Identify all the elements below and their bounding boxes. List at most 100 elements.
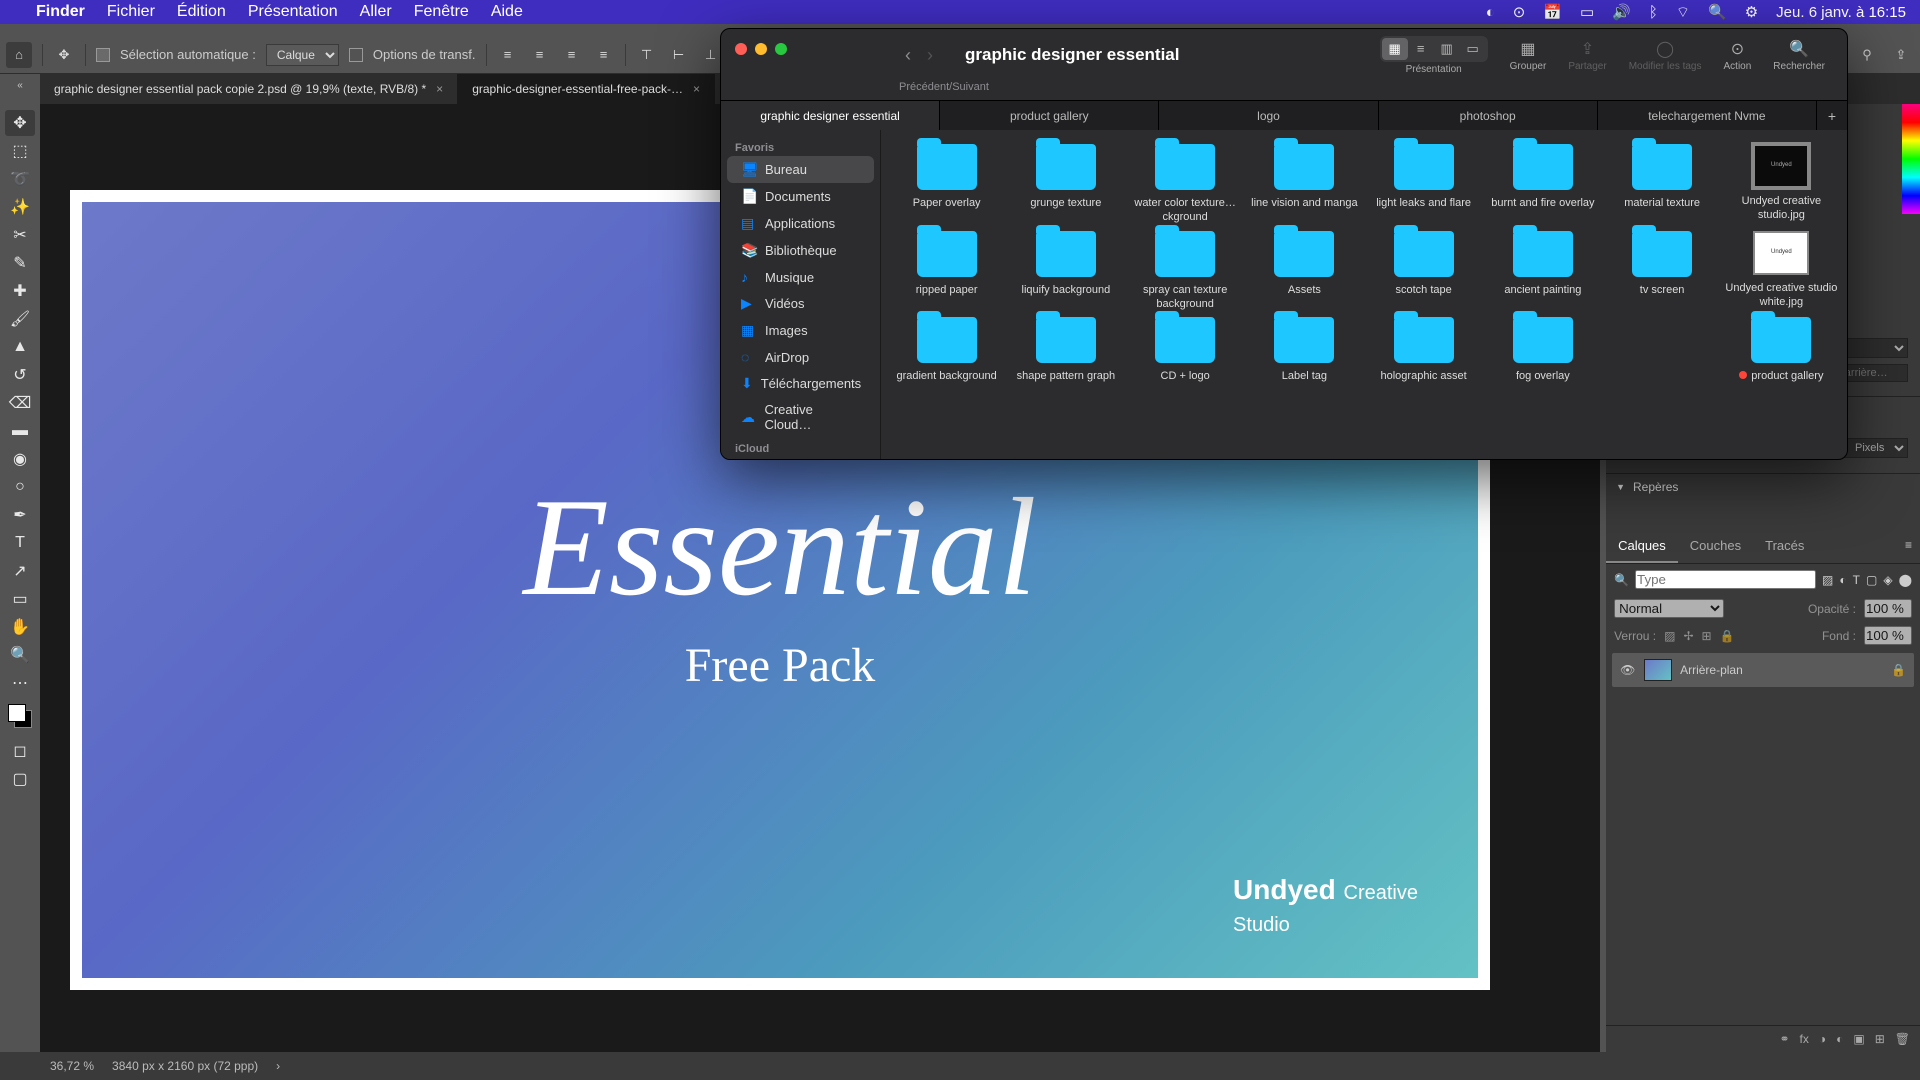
gallery-view-icon[interactable]: ▭ (1460, 38, 1486, 60)
eraser-tool-icon[interactable]: ⌫ (5, 390, 35, 416)
new-layer-icon[interactable]: ⊞ (1875, 1032, 1885, 1046)
screenmode-icon[interactable]: ▢ (5, 766, 35, 792)
color-picker-strip[interactable] (1902, 104, 1920, 214)
zoom-tool-icon[interactable]: 🔍 (5, 642, 35, 668)
eyedropper-tool-icon[interactable]: ✎ (5, 250, 35, 276)
mask-icon[interactable]: ◑ (1819, 1032, 1826, 1046)
transform-checkbox[interactable] (349, 48, 363, 62)
sidebar-item[interactable]: ▶Vidéos (727, 290, 874, 317)
file-item[interactable]: CD + logo (1128, 317, 1243, 383)
filter-shape-icon[interactable]: ▢ (1866, 573, 1877, 587)
search-icon[interactable]: ⚲ (1854, 42, 1880, 68)
color-swatch[interactable] (8, 704, 32, 728)
menu-window[interactable]: Fenêtre (414, 3, 469, 21)
menu-view[interactable]: Présentation (248, 3, 338, 21)
filter-image-icon[interactable]: ▨ (1822, 573, 1833, 587)
status-icon[interactable]: ⊙ (1513, 3, 1526, 21)
edit-toolbar-icon[interactable]: ⋯ (5, 670, 35, 696)
share-button[interactable]: ⇪Partager (1560, 39, 1614, 72)
tab-layers[interactable]: Calques (1606, 530, 1678, 563)
lock-icon[interactable]: 🔒 (1891, 663, 1906, 677)
path-tool-icon[interactable]: ↗ (5, 558, 35, 584)
list-view-icon[interactable]: ≡ (1408, 38, 1434, 60)
menubar-datetime[interactable]: Jeu. 6 janv. à 16:15 (1776, 4, 1906, 21)
spotlight-icon[interactable]: 🔍 (1708, 3, 1727, 21)
collapse-icon[interactable]: « (0, 74, 40, 91)
sidebar-item[interactable]: ▦Images (727, 317, 874, 344)
align-bottom-icon[interactable]: ⊥ (700, 44, 722, 66)
align-right-icon[interactable]: ≡ (561, 44, 583, 66)
pen-tool-icon[interactable]: ✒ (5, 502, 35, 528)
calendar-icon[interactable]: 📅 (1543, 3, 1562, 21)
file-item[interactable]: scotch tape (1366, 231, 1481, 312)
align-justify-icon[interactable]: ≡ (593, 44, 615, 66)
layer-filter-input[interactable] (1635, 570, 1816, 589)
volume-icon[interactable]: 🔊 (1612, 3, 1631, 21)
action-button[interactable]: ⊙Action (1716, 39, 1760, 72)
close-tab-icon[interactable]: × (436, 82, 443, 96)
align-center-icon[interactable]: ≡ (529, 44, 551, 66)
shape-tool-icon[interactable]: ▭ (5, 586, 35, 612)
link-layers-icon[interactable]: ⚭ (1779, 1032, 1789, 1046)
file-item[interactable]: tv screen (1605, 231, 1720, 312)
sidebar-item[interactable]: ⬇Téléchargements (727, 370, 874, 397)
move-tool-icon[interactable]: ✥ (53, 44, 75, 66)
forward-icon[interactable]: › (927, 45, 933, 66)
minimize-window-icon[interactable] (755, 43, 767, 55)
align-middle-icon[interactable]: ⊢ (668, 44, 690, 66)
status-icon[interactable]: ◐ (1486, 4, 1495, 21)
filter-adjust-icon[interactable]: ◐ (1839, 573, 1846, 587)
lock-position-icon[interactable]: ✢ (1683, 629, 1693, 643)
adjustment-icon[interactable]: ◐ (1836, 1032, 1843, 1046)
finder-tab[interactable]: graphic designer essential (721, 101, 940, 130)
sidebar-item[interactable]: 📚Bibliothèque (727, 237, 874, 264)
finder-tab[interactable]: telechargement Nvme (1598, 101, 1817, 130)
document-tab[interactable]: graphic designer essential pack copie 2.… (40, 74, 458, 104)
file-item[interactable]: material texture (1605, 144, 1720, 225)
marquee-tool-icon[interactable]: ⬚ (5, 138, 35, 164)
finder-tab[interactable]: logo (1159, 101, 1378, 130)
file-item[interactable]: shape pattern graph (1008, 317, 1123, 383)
history-brush-icon[interactable]: ↺ (5, 362, 35, 388)
sidebar-item[interactable]: 📄Documents (727, 183, 874, 210)
sidebar-item[interactable]: 🖥Bureau (727, 156, 874, 183)
healing-tool-icon[interactable]: ✚ (5, 278, 35, 304)
file-item[interactable]: Assets (1247, 231, 1362, 312)
menu-go[interactable]: Aller (360, 3, 392, 21)
file-item[interactable]: light leaks and flare (1366, 144, 1481, 225)
file-item[interactable]: grunge texture (1008, 144, 1123, 225)
units-dropdown[interactable]: Pixels (1844, 438, 1908, 458)
file-item[interactable]: burnt and fire overlay (1485, 144, 1600, 225)
back-icon[interactable]: ‹ (905, 45, 911, 66)
menu-help[interactable]: Aide (491, 3, 523, 21)
crop-tool-icon[interactable]: ✂ (5, 222, 35, 248)
guides-panel-header[interactable]: ▼Repères (1606, 473, 1920, 500)
file-item[interactable]: line vision and manga (1247, 144, 1362, 225)
type-tool-icon[interactable]: T (5, 530, 35, 556)
stamp-tool-icon[interactable]: ▲ (5, 334, 35, 360)
stage-manager-icon[interactable]: ▭ (1580, 3, 1594, 21)
group-button[interactable]: ▦Grouper (1502, 39, 1555, 72)
file-item[interactable]: ripped paper (889, 231, 1004, 312)
sidebar-item[interactable]: ☁Creative Cloud… (727, 397, 874, 437)
hand-tool-icon[interactable]: ✋ (5, 614, 35, 640)
dodge-tool-icon[interactable]: ○ (5, 474, 35, 500)
close-window-icon[interactable] (735, 43, 747, 55)
file-item[interactable]: fog overlay (1485, 317, 1600, 383)
close-tab-icon[interactable]: × (693, 82, 700, 96)
layer-row[interactable]: 👁 Arrière-plan 🔒 (1612, 653, 1914, 687)
export-icon[interactable]: ⇪ (1888, 42, 1914, 68)
panel-menu-icon[interactable]: ≡ (1897, 530, 1920, 563)
gradient-tool-icon[interactable]: ▬ (5, 418, 35, 444)
menu-file[interactable]: Fichier (107, 3, 155, 21)
control-center-icon[interactable]: ⚙ (1745, 3, 1758, 21)
file-item[interactable]: UndyedUndyed creative studio white.jpg (1724, 231, 1839, 312)
file-item[interactable]: Paper overlay (889, 144, 1004, 225)
wand-tool-icon[interactable]: ✨ (5, 194, 35, 220)
quickmask-icon[interactable]: ◻ (5, 738, 35, 764)
zoom-level[interactable]: 36,72 % (50, 1059, 94, 1073)
menubar-app[interactable]: Finder (36, 3, 85, 21)
menu-edit[interactable]: Édition (177, 3, 226, 21)
sidebar-item[interactable]: ◌AirDrop (727, 344, 874, 370)
align-top-icon[interactable]: ⊤ (636, 44, 658, 66)
